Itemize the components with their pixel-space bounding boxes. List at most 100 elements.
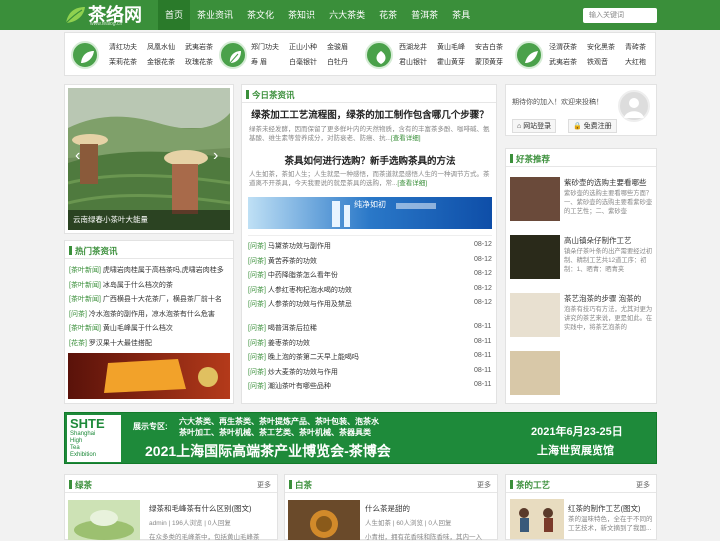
news-list-item[interactable]: [问茶] 姜枣茶的功效 (248, 338, 310, 348)
news-list-item[interactable]: [问茶] 马黛茶功效与副作用 (248, 241, 331, 251)
nav-tea-set[interactable]: 茶具 (445, 0, 477, 30)
good-tea-thumb[interactable] (510, 351, 560, 395)
news-date: 08-11 (474, 381, 492, 388)
more-link[interactable]: 更多 (636, 480, 650, 490)
carousel-prev-icon[interactable]: ‹ (75, 147, 80, 165)
category-link[interactable]: 武夷岩茶 (549, 57, 577, 67)
news-date: 08-11 (474, 323, 492, 330)
nav-six-teas[interactable]: 六大茶类 (322, 0, 372, 30)
article-title[interactable]: 绿茶加工工艺流程图，绿茶的加工制作包含哪几个步骤？ (242, 107, 498, 121)
nav-tea-culture[interactable]: 茶文化 (240, 0, 281, 30)
item-desc: 茶的温味特色，全在于不同的工艺技术，新文摘到了我国... (568, 516, 653, 532)
expo-venue: 上海世贸展览馆 (537, 445, 614, 457)
item-title[interactable]: 什么茶是甜的 (365, 503, 410, 514)
category-link[interactable]: 郑门功夫 (251, 42, 279, 52)
leaf-category-icon (515, 41, 543, 69)
good-tea-thumb[interactable] (510, 235, 560, 279)
news-list-item[interactable]: [问茶] 喝普洱茶后拉稀 (248, 323, 317, 333)
site-logo[interactable]: 茶络网 www.tealog.cn (64, 2, 142, 28)
category-link[interactable]: 泾渭茯茶 (549, 42, 577, 52)
category-link[interactable]: 大红袍 (625, 57, 646, 67)
category-link[interactable]: 蒙顶黄芽 (475, 57, 503, 67)
white-tea-thumb[interactable] (288, 500, 360, 540)
category-link[interactable]: 茉莉花茶 (109, 57, 137, 67)
category-link[interactable]: 凤凰水仙 (147, 42, 175, 52)
user-icon (624, 98, 644, 118)
article-title[interactable]: 茶具如何进行选购？新手选购茶具的方法 (242, 153, 498, 167)
category-link[interactable]: 安化黑茶 (587, 42, 615, 52)
category-link[interactable]: 寿 眉 (251, 57, 267, 67)
hot-news-item[interactable]: [花茶] 罗汉果十大最佳搭配 (69, 338, 152, 348)
news-list-item[interactable]: [问茶] 黄苦荞茶的功效 (248, 256, 317, 266)
category-link[interactable]: 霍山黄芽 (437, 57, 465, 67)
tea-craft-header: 茶的工艺 更多 (506, 475, 656, 493)
search-input[interactable]: 输入关键词 (583, 8, 657, 23)
hot-news-title: 热门茶资讯 (75, 246, 118, 256)
good-tea-desc: 镇朵仔茶叶条的出产需要经过初制、精制工艺共12道工序：初制：1、晒青：晒青夹 (564, 248, 653, 273)
news-list-item[interactable]: [问茶] 中药降脂茶怎么看年份 (248, 270, 338, 280)
good-tea-thumb[interactable] (510, 177, 560, 221)
item-meta: 人生如茶 | 60人浏览 | 0人回复 (365, 520, 452, 527)
today-news-header: 今日茶资讯 (242, 85, 496, 103)
good-tea-title[interactable]: 高山镇朵仔制作工艺 (564, 235, 654, 246)
category-group-green: 西湖龙井 黄山毛峰 安吉白茶 君山银针 霍山黄芽 蒙顶黄芽 (365, 33, 510, 77)
news-list-item[interactable]: [问茶] 潮汕茶叶有哪些品种 (248, 381, 331, 391)
category-link[interactable]: 君山银针 (399, 57, 427, 67)
category-link[interactable]: 黄山毛峰 (437, 42, 465, 52)
hot-news-item[interactable]: [茶叶新闻] 虎啸岩肉桂属于高档茶吗,虎啸岩肉桂多 (69, 265, 224, 275)
category-link[interactable]: 白毫银针 (289, 57, 317, 67)
hot-news-item[interactable]: [茶叶新闻] 广西横县十大花茶厂，横县茶厂前十名 (69, 294, 222, 304)
nav-home[interactable]: 首页 (158, 0, 191, 30)
category-link[interactable]: 铁观音 (587, 57, 608, 67)
register-button[interactable]: 🔒 免费注册 (568, 119, 617, 133)
good-tea-panel: 好茶推荐 紫砂壶的选购主要看哪些紫砂壶的选购主要看哪些方面？一、紫砂壶的选购主要… (505, 148, 657, 404)
login-button[interactable]: ⌂ 网站登录 (512, 119, 557, 133)
good-tea-title[interactable]: 紫砂壶的选购主要看哪些 (564, 177, 654, 188)
category-link[interactable]: 清红功夫 (109, 42, 137, 52)
news-list-item[interactable]: [问茶] 晚上泡的茶第二天早上能喝吗 (248, 352, 359, 362)
nav-puer[interactable]: 普洱茶 (404, 0, 445, 30)
news-list-item[interactable]: [问茶] 人参茶的功效与作用及禁忌 (248, 299, 352, 309)
category-link[interactable]: 正山小种 (289, 42, 317, 52)
category-link[interactable]: 武夷岩茶 (185, 42, 213, 52)
green-tea-panel: 绿茶 更多 绿茶和毛峰茶有什么区别(图文) admin | 196人浏览 | 0人… (64, 474, 278, 541)
item-title[interactable]: 红茶的制作工艺(图文) (568, 503, 641, 514)
hot-news-item[interactable]: [问茶] 冷水泡茶的副作用，凉水泡茶有什么危害 (69, 309, 215, 319)
carousel-image[interactable] (68, 88, 230, 230)
expo-banner[interactable]: SHTE Shanghai High Tea Exhibition 展示专区: … (64, 412, 657, 464)
hot-news-panel: 热门茶资讯 [茶叶新闻] 虎啸岩肉桂属于高档茶吗,虎啸岩肉桂多 [茶叶新闻] 冰岛… (64, 240, 234, 404)
good-tea-header: 好茶推荐 (506, 149, 656, 167)
good-tea-thumb[interactable] (510, 293, 560, 337)
view-detail-link[interactable]: [查看详细] (391, 135, 421, 142)
view-detail-link[interactable]: [查看详细] (397, 180, 427, 187)
news-list-item[interactable]: [问茶] 人参红枣枸杞泡水喝的功效 (248, 285, 352, 295)
good-tea-desc: 泡茶有技巧有方法，尤其对更为讲究的茶艺来说，更是如此。在实践中，将茶艺泡茶的 (564, 306, 653, 331)
good-tea-desc: 紫砂壶的选购主要看哪些方面？一、紫砂壶的选购主要看紫砂壶的工艺性；二、紫砂壶 (564, 190, 653, 215)
category-link[interactable]: 青砖茶 (625, 42, 646, 52)
category-link[interactable]: 西湖龙井 (399, 42, 427, 52)
hot-news-item[interactable]: [茶叶新闻] 冰岛属于什么档次的茶 (69, 280, 173, 290)
category-link[interactable]: 安吉白茶 (475, 42, 503, 52)
nav-tea-news[interactable]: 茶业资讯 (190, 0, 240, 30)
news-list-item[interactable]: [问茶] 炒大麦茶的功效与作用 (248, 367, 338, 377)
more-link[interactable]: 更多 (257, 480, 271, 490)
welcome-text: 期待你的加入！欢迎来投稿！ (512, 99, 603, 106)
item-title[interactable]: 绿茶和毛峰茶有什么区别(图文) (149, 503, 252, 514)
green-tea-thumb[interactable] (68, 500, 140, 540)
good-tea-title[interactable]: 茶艺泡茶的步骤 泡茶的 (564, 293, 654, 304)
nav-tea-knowledge[interactable]: 茶知识 (281, 0, 322, 30)
more-link[interactable]: 更多 (477, 480, 491, 490)
carousel-next-icon[interactable]: › (213, 147, 218, 165)
carousel-caption: 云南绿春小茶叶大能量 (73, 215, 148, 224)
nav-flower-tea[interactable]: 花茶 (372, 0, 404, 30)
category-link[interactable]: 玫瑰花茶 (185, 57, 213, 67)
category-link[interactable]: 金银花茶 (147, 57, 175, 67)
expo-date: 2021年6月23-25日 (531, 426, 623, 438)
promo-banner[interactable] (68, 353, 230, 399)
category-link[interactable]: 白牡丹 (327, 57, 348, 67)
hot-news-item[interactable]: [茶叶新闻] 黄山毛峰属于什么档次 (69, 323, 173, 333)
tea-craft-thumb[interactable] (510, 499, 564, 539)
category-link[interactable]: 金骏眉 (327, 42, 348, 52)
lock-icon: 🔒 (573, 123, 582, 130)
leaf-category-icon (219, 41, 247, 69)
